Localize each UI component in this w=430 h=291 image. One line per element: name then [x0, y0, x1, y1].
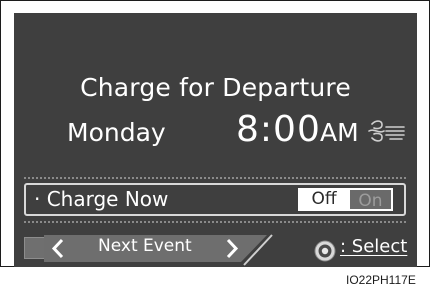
dial-knob-icon — [314, 240, 336, 262]
select-hint: : Select — [340, 236, 408, 257]
charge-schedule-screen: Charge for Departure Monday 8:00 AM · Ch… — [14, 13, 417, 267]
charge-now-toggle[interactable]: Off On — [298, 188, 393, 211]
divider-bottom — [24, 221, 406, 223]
charge-now-row[interactable]: · Charge Now Off On — [24, 183, 406, 216]
departure-ampm: AM — [320, 118, 359, 147]
prev-indicator-square — [24, 237, 46, 259]
charge-now-label: · Charge Now — [34, 187, 169, 211]
divider-top — [24, 177, 406, 179]
toggle-on-option[interactable]: On — [350, 190, 391, 211]
departure-time: 8:00 — [236, 109, 321, 150]
next-event-label: Next Event — [98, 236, 192, 256]
figure-id: IO22PH117E — [346, 273, 416, 287]
screen-title: Charge for Departure — [80, 73, 351, 102]
climate-fan-icon — [368, 120, 405, 142]
departure-day: Monday — [67, 118, 166, 147]
toggle-off-option[interactable]: Off — [298, 188, 350, 211]
bottom-bar: Next Event : Select — [14, 231, 417, 267]
